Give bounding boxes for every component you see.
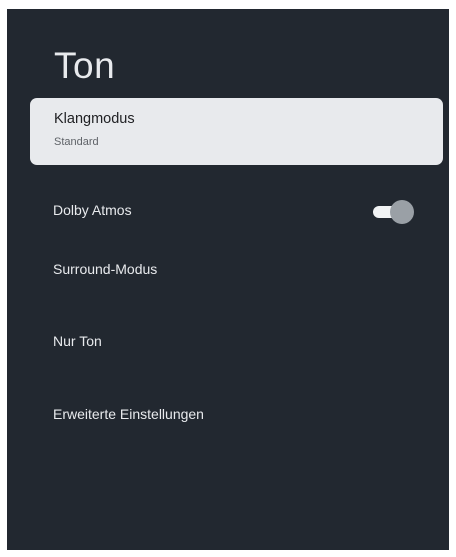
page-title: Ton (54, 45, 116, 86)
menu-item-nur-ton[interactable]: Nur Ton (53, 333, 102, 349)
menu-item-surround-modus[interactable]: Surround-Modus (53, 261, 157, 277)
settings-panel: Ton Klangmodus Standard Dolby Atmos Surr… (7, 9, 449, 550)
menu-item-klangmodus[interactable]: Klangmodus Standard (30, 98, 443, 165)
menu-item-value: Standard (54, 136, 99, 148)
menu-item-dolby-atmos[interactable]: Dolby Atmos (53, 202, 132, 218)
menu-item-label: Klangmodus (54, 111, 135, 127)
toggle-thumb (390, 200, 414, 224)
dolby-atmos-toggle[interactable] (370, 200, 418, 224)
menu-item-erweiterte-einstellungen[interactable]: Erweiterte Einstellungen (53, 406, 204, 422)
